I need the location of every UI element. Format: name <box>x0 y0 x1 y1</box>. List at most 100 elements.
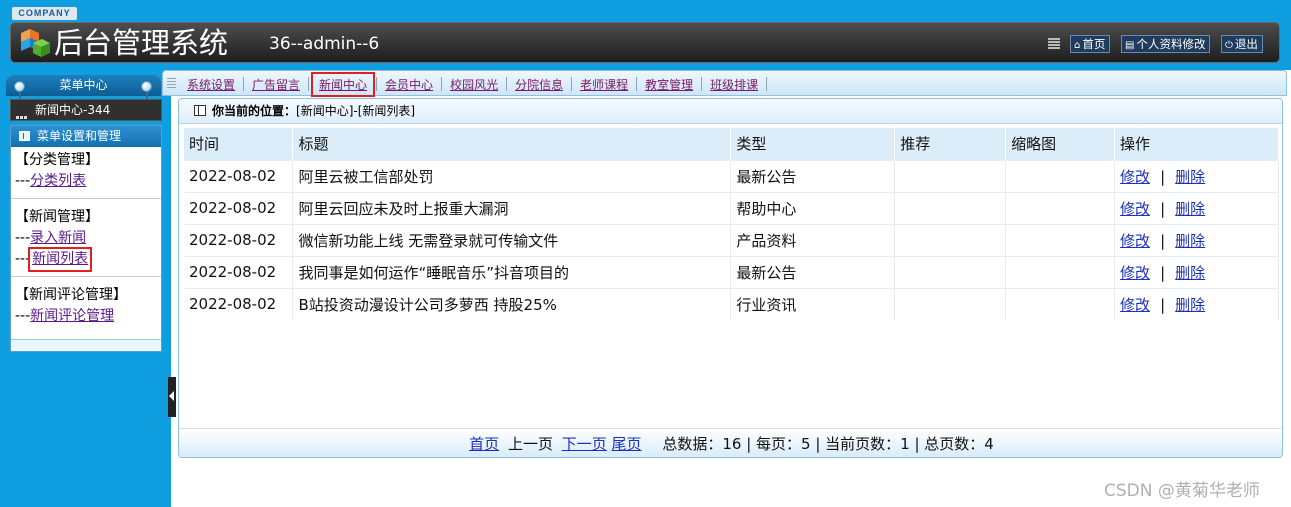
cell-title: 我同事是如何运作“睡眠音乐”抖音项目的 <box>292 255 732 288</box>
group-title: 【新闻管理】 <box>15 209 99 225</box>
cell-recommend <box>894 159 1007 192</box>
menu-center-tab[interactable]: 菜单中心 <box>6 75 161 96</box>
cell-time: 2022-08-02 <box>184 223 294 256</box>
prev-page-text: 上一页 <box>507 435 553 453</box>
news-table: 时间 标题 类型 推荐 缩略图 操作 2022-08-02 阿里云被工信部处罚 … <box>184 128 1279 320</box>
home-button[interactable]: ⌂ 首页 <box>1070 35 1111 53</box>
delete-link[interactable]: 删除 <box>1175 232 1205 250</box>
edit-link[interactable]: 修改 <box>1120 168 1150 186</box>
menu-panel-footer <box>11 339 161 351</box>
table-row: 2022-08-02 阿里云被工信部处罚 最新公告 修改 | 删除 <box>184 159 1279 192</box>
menu-item-comment-manage: ---新闻评论管理 <box>15 308 115 324</box>
cell-type: 产品资料 <box>730 223 896 256</box>
category-list-link[interactable]: 分类列表 <box>30 173 86 189</box>
menu-lines-icon <box>1048 38 1060 50</box>
delete-link[interactable]: 删除 <box>1175 168 1205 186</box>
profile-icon: ▤ <box>1125 40 1135 51</box>
nav-item-teacher-courses[interactable]: 老师课程 <box>576 76 636 93</box>
cell-thumbnail <box>1005 223 1116 256</box>
delete-link[interactable]: 删除 <box>1175 200 1205 218</box>
highlight-box: 新闻列表 <box>28 247 93 272</box>
news-list-link[interactable]: 新闻列表 <box>32 251 88 267</box>
cell-type: 帮助中心 <box>730 191 896 224</box>
pagination: 首页 上一页 下一页 尾页 总数据：16 | 每页：5 | 当前页数：1 | 总… <box>179 428 1282 457</box>
breadcrumb-path: [新闻中心]-[新闻列表] <box>296 104 416 118</box>
cell-type: 最新公告 <box>730 159 896 192</box>
header-banner: 后台管理系统 36--admin--6 ⌂ 首页 ▤ 个人资料修改 ⏻ 退出 <box>10 22 1280 63</box>
nav-divider <box>441 77 443 91</box>
nav-item-branch-info[interactable]: 分院信息 <box>511 76 571 93</box>
edit-link[interactable]: 修改 <box>1120 264 1150 282</box>
cell-recommend <box>894 287 1007 320</box>
cell-type: 最新公告 <box>730 255 896 288</box>
menu-item-news-list: --- 新闻列表 <box>15 247 161 272</box>
menu-group-comments: 【新闻评论管理】 ---新闻评论管理 <box>11 277 161 333</box>
nav-divider <box>308 77 310 91</box>
cubes-logo-icon <box>21 29 50 57</box>
grid-dots-icon <box>16 106 31 159</box>
nav-divider <box>766 77 768 91</box>
breadcrumb-label: 你当前的位置： <box>212 104 297 118</box>
edit-link[interactable]: 修改 <box>1120 232 1150 250</box>
column-header-time: 时间 <box>184 128 294 160</box>
first-page-link[interactable]: 首页 <box>469 435 499 453</box>
cell-actions: 修改 | 删除 <box>1114 191 1279 224</box>
watermark: CSDN @黄菊华老师 <box>1104 481 1260 501</box>
last-page-link[interactable]: 尾页 <box>612 435 642 453</box>
cell-time: 2022-08-02 <box>184 255 294 288</box>
cell-time: 2022-08-02 <box>184 159 294 192</box>
nav-item-system-settings[interactable]: 系统设置 <box>183 76 243 93</box>
menu-item-category-list: ---分类列表 <box>15 173 87 189</box>
breadcrumb: 你当前的位置：[新闻中心]-[新闻列表] <box>179 99 1282 124</box>
nav-divider <box>506 77 508 91</box>
cell-time: 2022-08-02 <box>184 287 294 320</box>
next-page-link[interactable]: 下一页 <box>562 435 607 453</box>
nav-item-member-center[interactable]: 会员中心 <box>381 76 441 93</box>
edit-link[interactable]: 修改 <box>1120 200 1150 218</box>
table-row: 2022-08-02 阿里云回应未及时上报重大漏洞 帮助中心 修改 | 删除 <box>184 191 1279 224</box>
column-header-recommend: 推荐 <box>894 128 1007 160</box>
left-sidebar: 菜单中心 新闻中心-344 菜单设置和管理 【分类管理】 ---分类列表 【新闻… <box>0 70 171 507</box>
delete-link[interactable]: 删除 <box>1175 264 1205 282</box>
add-news-link[interactable]: 录入新闻 <box>30 230 86 246</box>
cell-thumbnail <box>1005 287 1116 320</box>
column-header-type: 类型 <box>730 128 896 160</box>
logout-button[interactable]: ⏻ 退出 <box>1221 35 1263 53</box>
group-title: 【新闻评论管理】 <box>15 287 127 303</box>
cell-time: 2022-08-02 <box>184 191 294 224</box>
table-row: 2022-08-02 B站投资动漫设计公司多萝西 持股25% 行业资讯 修改 | 删… <box>184 287 1279 320</box>
window-icon <box>194 105 206 116</box>
main-content: 你当前的位置：[新闻中心]-[新闻列表] 时间 标题 类型 推荐 缩略图 操作 … <box>178 98 1283 458</box>
top-nav: 系统设置 广告留言 新闻中心 会员中心 校园风光 分院信息 老师课程 教室管理 … <box>162 70 1287 97</box>
cell-thumbnail <box>1005 159 1116 192</box>
edit-link[interactable]: 修改 <box>1120 296 1150 314</box>
menu-panel-header: 菜单设置和管理 <box>11 126 161 147</box>
cell-recommend <box>894 255 1007 288</box>
cell-title: 微信新功能上线 无需登录就可传输文件 <box>292 223 732 256</box>
cell-title: 阿里云被工信部处罚 <box>292 159 732 192</box>
nav-item-news-center[interactable]: 新闻中心 <box>311 71 376 97</box>
cell-thumbnail <box>1005 255 1116 288</box>
cell-title: B站投资动漫设计公司多萝西 持股25% <box>292 287 732 320</box>
table-header-row: 时间 标题 类型 推荐 缩略图 操作 <box>184 128 1279 160</box>
column-header-actions: 操作 <box>1114 128 1279 160</box>
profile-edit-button[interactable]: ▤ 个人资料修改 <box>1121 35 1211 53</box>
cell-recommend <box>894 191 1007 224</box>
nav-item-class-schedule[interactable]: 班级排课 <box>706 76 766 93</box>
home-icon: ⌂ <box>1074 40 1081 51</box>
book-icon <box>19 131 30 141</box>
menu-panel: 菜单设置和管理 【分类管理】 ---分类列表 【新闻管理】 ---录入新闻 --… <box>10 125 162 352</box>
pagination-stats: 总数据：16 | 每页：5 | 当前页数：1 | 总页数：4 <box>662 435 994 453</box>
nav-item-ads-messages[interactable]: 广告留言 <box>248 76 308 93</box>
comment-manage-link[interactable]: 新闻评论管理 <box>30 308 114 324</box>
nav-divider <box>701 77 703 91</box>
collapse-sidebar-toggle[interactable] <box>168 377 176 417</box>
delete-link[interactable]: 删除 <box>1175 296 1205 314</box>
current-module: 新闻中心-344 <box>10 99 162 159</box>
company-badge: COMPANY <box>12 7 77 20</box>
nav-item-classroom-manage[interactable]: 教室管理 <box>641 76 701 93</box>
nav-item-campus-scenery[interactable]: 校园风光 <box>446 76 506 93</box>
column-header-title: 标题 <box>292 128 732 160</box>
nav-divider <box>571 77 573 91</box>
power-icon: ⏻ <box>1225 40 1233 51</box>
